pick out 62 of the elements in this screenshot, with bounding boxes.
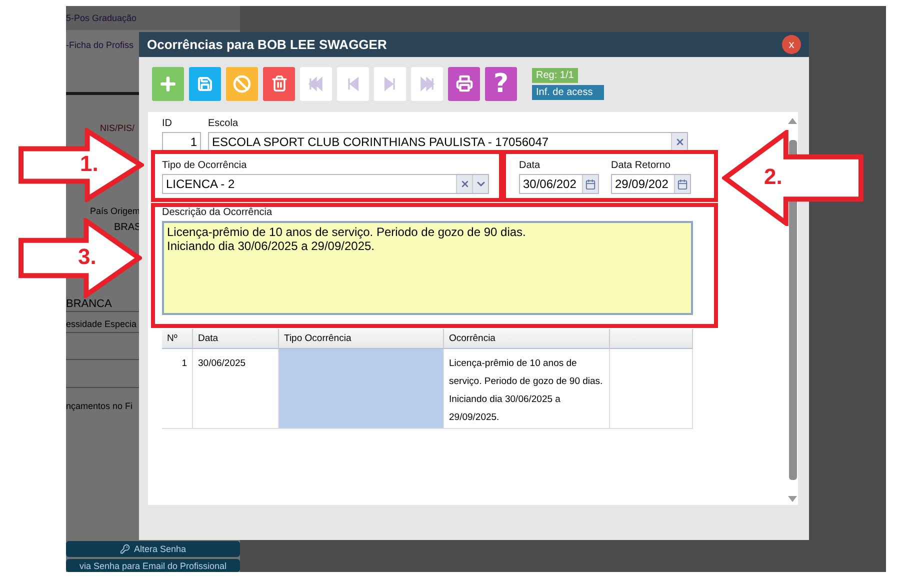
calendar-button[interactable]	[674, 175, 690, 193]
plus-icon	[158, 74, 178, 94]
column-header[interactable]: Nº	[162, 329, 193, 349]
calendar-button[interactable]	[582, 175, 598, 193]
field-label: NIS/PIS/	[100, 123, 135, 134]
save-icon	[197, 76, 213, 92]
close-icon	[674, 137, 684, 147]
skip-forward-icon	[382, 76, 398, 92]
clear-button[interactable]	[671, 133, 687, 151]
field-label: País Origem	[90, 206, 140, 217]
description-textarea[interactable]: Licença-prêmio de 10 anos de serviço. Periodo de gozo de 90 dias. Iniciando dia 30/06/2025 a 29/09/2025.	[162, 221, 693, 315]
column-header[interactable]: Data	[193, 329, 279, 349]
record-counter: Reg: 1/1	[532, 68, 578, 82]
annotation-number: 1.	[80, 151, 98, 177]
print-button[interactable]	[448, 66, 480, 100]
trash-icon	[270, 75, 288, 92]
table-cell: Licença-prêmio de 10 anos de serviço. Periodo de gozo de 90 dias. Iniciando dia 30/06/2025 a 29/09/2025.	[444, 349, 610, 429]
skip-back-icon	[308, 76, 324, 92]
clear-button[interactable]	[456, 175, 472, 193]
change-password-button[interactable]: Altera Senha	[66, 541, 240, 557]
calendar-icon	[677, 178, 688, 190]
ban-icon	[233, 74, 251, 92]
close-icon	[460, 179, 470, 189]
field-label: Escola	[208, 118, 240, 131]
delete-button[interactable]	[263, 66, 295, 100]
save-button[interactable]	[189, 66, 221, 100]
school-field[interactable]: ESCOLA SPORT CLUB CORINTHIANS PAULISTA - 17056047	[208, 132, 688, 152]
column-header[interactable]: Ocorrência	[444, 329, 610, 349]
annotation-number: 3.	[78, 244, 96, 270]
cancel-button[interactable]	[226, 66, 258, 100]
access-info-tab[interactable]: Inf. de acess	[532, 84, 604, 100]
calendar-icon	[585, 178, 596, 190]
field-label: Data Retorno	[611, 160, 672, 173]
annotation-number: 2.	[764, 164, 782, 190]
field-label: Tipo de Ocorrência	[162, 160, 248, 173]
dialog-title: Ocorrências para BOB LEE SWAGGER	[147, 37, 387, 52]
date-field[interactable]: 29/09/202	[611, 174, 691, 194]
section-label: nçamentos no Fi	[66, 401, 133, 412]
printer-icon	[456, 75, 472, 92]
menu-item[interactable]: -Ficha do Profiss	[66, 40, 134, 51]
field-label: Descrição da Ocorrência	[162, 207, 274, 220]
dropdown-button[interactable]	[472, 175, 488, 193]
occurrence-type-select[interactable]: LICENCA - 2	[162, 174, 489, 194]
date-field[interactable]: 30/06/202	[519, 174, 599, 194]
help-button[interactable]: ?	[485, 66, 517, 100]
field-value: BRANCA	[66, 298, 112, 311]
close-button[interactable]: x	[782, 35, 801, 54]
scroll-down-icon	[788, 496, 797, 502]
skip-forward-icon	[419, 76, 435, 92]
add-button[interactable]	[152, 66, 184, 100]
table-cell: 1	[162, 349, 193, 429]
skip-back-icon	[345, 76, 361, 92]
field-label: ID	[162, 118, 173, 131]
field-label: Data	[519, 160, 542, 173]
key-icon	[120, 544, 130, 554]
selected-cell[interactable]	[279, 349, 444, 429]
scroll-up-icon	[788, 118, 797, 124]
id-field[interactable]: 1	[162, 132, 201, 152]
field-label: essidade Especia	[66, 319, 137, 330]
send-password-button[interactable]: via Senha para Email do Profissional	[66, 559, 240, 572]
table-cell: 30/06/2025	[193, 349, 279, 429]
column-header[interactable]: Tipo Ocorrência	[279, 329, 444, 349]
